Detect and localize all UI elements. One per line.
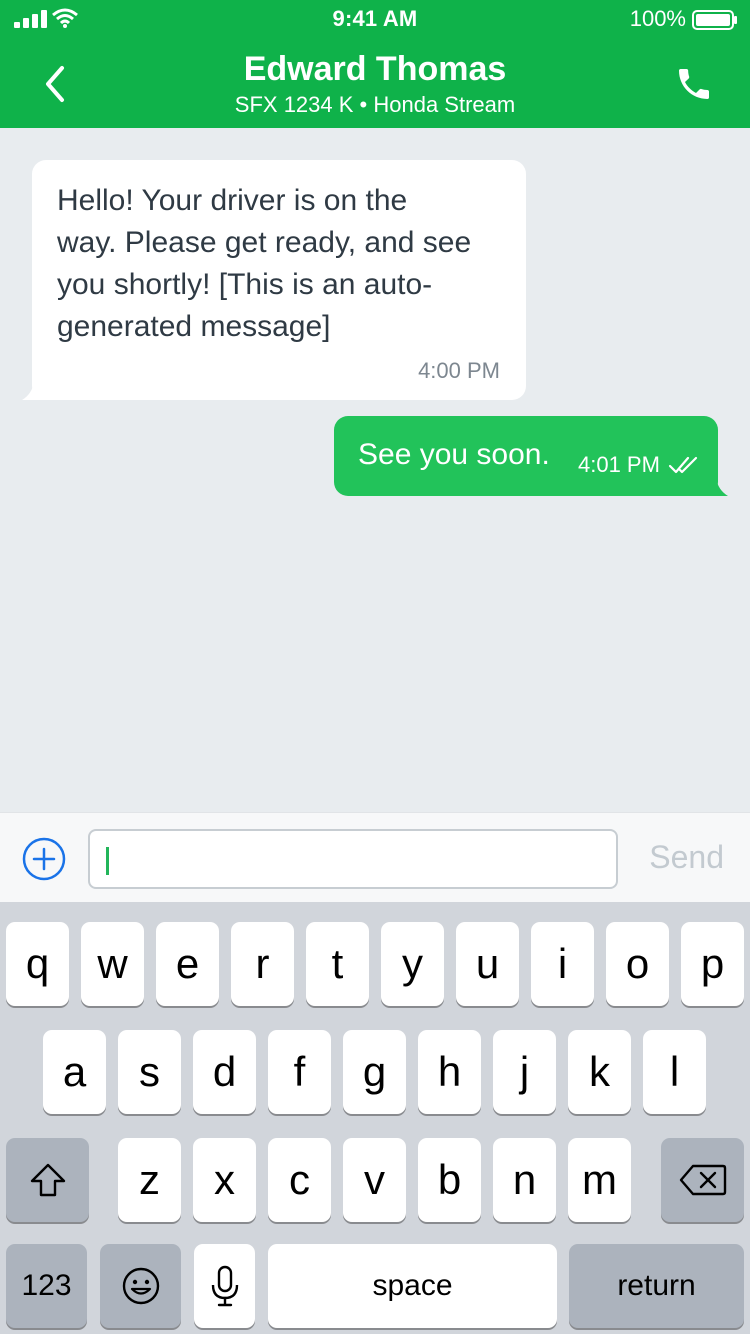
key-s[interactable]: s bbox=[118, 1030, 181, 1114]
backspace-icon bbox=[679, 1164, 726, 1196]
microphone-icon bbox=[211, 1265, 238, 1307]
chat-header: 9:41 AM 100% Edward Thomas SFX 1234 K • … bbox=[0, 0, 750, 128]
shift-key[interactable] bbox=[6, 1138, 89, 1222]
key-j[interactable]: j bbox=[493, 1030, 556, 1114]
key-e[interactable]: e bbox=[156, 922, 219, 1006]
message-time: 4:01 PM bbox=[578, 452, 660, 477]
text-caret bbox=[106, 847, 109, 875]
shift-icon bbox=[30, 1163, 65, 1197]
battery-percentage: 100% bbox=[629, 6, 686, 31]
keyboard: q w e r t y u i o p a s d f g h j k l z … bbox=[0, 902, 750, 1334]
key-p[interactable]: p bbox=[681, 922, 744, 1006]
key-h[interactable]: h bbox=[418, 1030, 481, 1114]
numbers-key[interactable]: 123 bbox=[6, 1244, 87, 1328]
message-line: way. Please get ready, and see bbox=[57, 226, 472, 259]
key-w[interactable]: w bbox=[81, 922, 144, 1006]
outgoing-message: See you soon. 4:01 PM bbox=[334, 416, 728, 496]
message-line: generated message] bbox=[57, 310, 331, 343]
key-a[interactable]: a bbox=[43, 1030, 106, 1114]
key-k[interactable]: k bbox=[568, 1030, 631, 1114]
return-key[interactable]: return bbox=[569, 1244, 744, 1328]
space-key[interactable]: space bbox=[268, 1244, 557, 1328]
key-x[interactable]: x bbox=[193, 1138, 256, 1222]
key-q[interactable]: q bbox=[6, 922, 69, 1006]
key-f[interactable]: f bbox=[268, 1030, 331, 1114]
message-text: See you soon. bbox=[358, 438, 550, 471]
send-button[interactable]: Send bbox=[649, 839, 724, 876]
key-i[interactable]: i bbox=[531, 922, 594, 1006]
key-u[interactable]: u bbox=[456, 922, 519, 1006]
message-line: you shortly! [This is an auto- bbox=[57, 268, 433, 301]
message-time: 4:00 PM bbox=[418, 358, 500, 383]
add-attachment-button[interactable] bbox=[22, 837, 66, 881]
call-button[interactable] bbox=[674, 64, 714, 104]
key-y[interactable]: y bbox=[381, 922, 444, 1006]
key-z[interactable]: z bbox=[118, 1138, 181, 1222]
message-composer: Send bbox=[0, 812, 750, 902]
emoji-key[interactable] bbox=[100, 1244, 181, 1328]
phone-icon bbox=[679, 69, 709, 99]
message-line: Hello! Your driver is on the bbox=[57, 184, 408, 217]
incoming-message: Hello! Your driver is on the way. Please… bbox=[22, 160, 526, 400]
key-n[interactable]: n bbox=[493, 1138, 556, 1222]
key-t[interactable]: t bbox=[306, 922, 369, 1006]
key-g[interactable]: g bbox=[343, 1030, 406, 1114]
battery-icon bbox=[692, 10, 737, 30]
vehicle-info: SFX 1234 K • Honda Stream bbox=[234, 92, 516, 117]
key-b[interactable]: b bbox=[418, 1138, 481, 1222]
message-input[interactable] bbox=[88, 829, 618, 889]
double-check-icon bbox=[668, 456, 698, 474]
key-m[interactable]: m bbox=[568, 1138, 631, 1222]
key-r[interactable]: r bbox=[231, 922, 294, 1006]
key-d[interactable]: d bbox=[193, 1030, 256, 1114]
key-l[interactable]: l bbox=[643, 1030, 706, 1114]
bubble-tail bbox=[22, 382, 46, 400]
key-c[interactable]: c bbox=[268, 1138, 331, 1222]
emoji-icon bbox=[122, 1267, 159, 1305]
contact-name: Edward Thomas bbox=[243, 50, 507, 88]
backspace-key[interactable] bbox=[661, 1138, 744, 1222]
dictation-key[interactable] bbox=[194, 1244, 255, 1328]
key-o[interactable]: o bbox=[606, 922, 669, 1006]
key-v[interactable]: v bbox=[343, 1138, 406, 1222]
status-bar: 9:41 AM 100% bbox=[0, 0, 750, 40]
bubble-tail bbox=[704, 478, 728, 496]
plus-circle-icon bbox=[22, 837, 66, 881]
